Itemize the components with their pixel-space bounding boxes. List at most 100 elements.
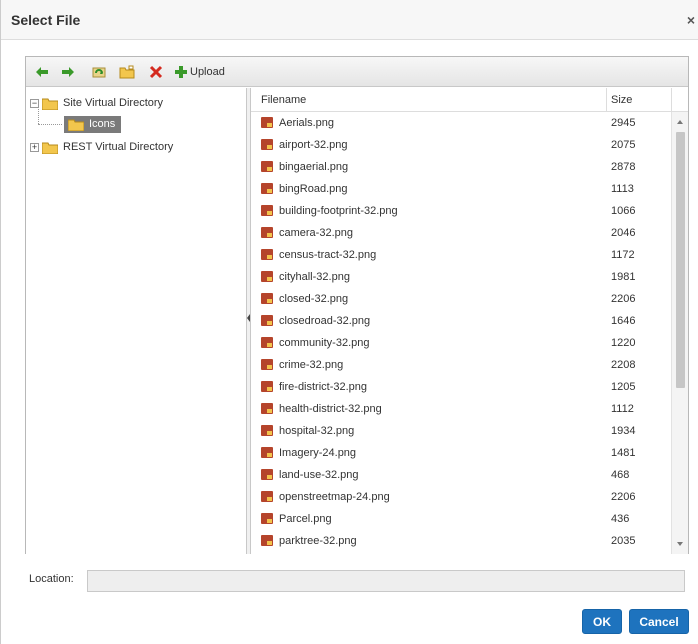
filename-cell: closed-32.png <box>279 293 349 305</box>
tree-node-icons[interactable]: Icons <box>64 115 122 133</box>
toolbar: Upload <box>26 57 688 87</box>
directory-tree: − Site Virtual Directory Icons + REST Vi… <box>26 88 246 554</box>
table-row[interactable]: hospital-32.png 1934 <box>251 420 671 442</box>
collapse-arrow-icon[interactable] <box>247 314 250 322</box>
scroll-down-icon[interactable] <box>677 542 683 546</box>
file-list: Aerials.png 2945 airport-32.png 2075 bingaer… <box>251 112 671 554</box>
table-row[interactable]: bingRoad.png 1113 <box>251 178 671 200</box>
size-cell: 1172 <box>611 249 635 261</box>
collapse-icon[interactable]: − <box>30 98 39 108</box>
size-cell: 1205 <box>611 381 636 393</box>
upload-button[interactable]: Upload <box>174 62 238 82</box>
table-row[interactable]: census-tract-32.png 1172 <box>251 244 671 266</box>
filename-cell: hospital-32.png <box>279 425 355 437</box>
filename-cell: building-footprint-32.png <box>279 205 398 217</box>
table-row[interactable]: camera-32.png 2046 <box>251 222 671 244</box>
size-cell: 2206 <box>611 293 636 305</box>
image-file-icon <box>261 271 273 282</box>
location-field[interactable] <box>87 570 685 592</box>
new-folder-button[interactable] <box>118 62 136 82</box>
size-cell: 2878 <box>611 161 636 173</box>
size-cell: 1220 <box>611 337 636 349</box>
table-row[interactable]: land-use-32.png 468 <box>251 464 671 486</box>
dialog-titlebar: Select File × <box>1 0 698 40</box>
filename-cell: bingRoad.png <box>279 183 348 195</box>
folder-icon <box>41 141 59 154</box>
filename-cell: openstreetmap-24.png <box>279 491 390 503</box>
tree-node-site-virtual-directory[interactable]: − Site Virtual Directory <box>30 94 163 112</box>
table-row[interactable]: health-district-32.png 1112 <box>251 398 671 420</box>
image-file-icon <box>261 293 273 304</box>
tree-node-rest-virtual-directory[interactable]: + REST Virtual Directory <box>30 138 173 156</box>
image-file-icon <box>261 183 273 194</box>
image-file-icon <box>261 491 273 502</box>
table-row[interactable]: Parcel.png 436 <box>251 508 671 530</box>
table-row[interactable]: Imagery-24.png 1481 <box>251 442 671 464</box>
back-button[interactable] <box>34 62 50 82</box>
table-row[interactable]: crime-32.png 2208 <box>251 354 671 376</box>
filename-cell: Imagery-24.png <box>279 447 357 459</box>
dialog-title: Select File <box>11 12 81 28</box>
delete-x-icon <box>149 65 163 79</box>
table-row[interactable]: parktree-32.png 2035 <box>251 530 671 552</box>
image-file-icon <box>261 535 273 546</box>
size-cell: 2035 <box>611 535 636 547</box>
column-header-size[interactable]: Size <box>611 94 632 106</box>
size-cell: 2208 <box>611 359 636 371</box>
tree-node-label: Site Virtual Directory <box>63 97 164 109</box>
refresh-icon <box>92 67 106 78</box>
table-row[interactable]: Aerials.png 2945 <box>251 112 671 134</box>
cancel-button[interactable]: Cancel <box>629 609 689 634</box>
table-row[interactable]: fire-district-32.png 1205 <box>251 376 671 398</box>
column-header-filename[interactable]: Filename <box>261 94 306 106</box>
filename-cell: parktree-32.png <box>279 535 357 547</box>
size-cell: 436 <box>611 513 630 525</box>
arrow-right-icon <box>62 67 74 77</box>
expand-icon[interactable]: + <box>30 142 39 152</box>
image-file-icon <box>261 205 273 216</box>
filename-cell: camera-32.png <box>279 227 353 239</box>
image-file-icon <box>261 447 273 458</box>
table-row[interactable]: airport-32.png 2075 <box>251 134 671 156</box>
folder-icon <box>67 118 85 131</box>
image-file-icon <box>261 337 273 348</box>
filename-cell: bingaerial.png <box>279 161 349 173</box>
file-grid: Filename Size Aerials.png 2945 airport-32.… <box>251 88 688 554</box>
table-row[interactable]: bingaerial.png 2878 <box>251 156 671 178</box>
table-row[interactable]: closedroad-32.png 1646 <box>251 310 671 332</box>
filename-cell: Aerials.png <box>279 117 335 129</box>
image-file-icon <box>261 117 273 128</box>
table-row[interactable]: cityhall-32.png 1981 <box>251 266 671 288</box>
upload-label: Upload <box>190 66 225 78</box>
new-folder-icon <box>119 65 135 79</box>
image-file-icon <box>261 249 273 260</box>
delete-button[interactable] <box>148 62 164 82</box>
table-row[interactable]: openstreetmap-24.png 2206 <box>251 486 671 508</box>
table-row[interactable]: community-32.png 1220 <box>251 332 671 354</box>
size-cell: 2075 <box>611 139 636 151</box>
size-cell: 1112 <box>611 403 634 415</box>
image-file-icon <box>261 359 273 370</box>
close-icon[interactable]: × <box>687 12 695 28</box>
image-file-icon <box>261 425 273 436</box>
refresh-button[interactable] <box>90 62 108 82</box>
scroll-up-icon[interactable] <box>677 120 683 124</box>
size-cell: 1113 <box>611 183 634 195</box>
selected-tree-node[interactable]: Icons <box>64 115 122 133</box>
image-file-icon <box>261 403 273 414</box>
ok-button[interactable]: OK <box>582 609 622 634</box>
table-row[interactable]: building-footprint-32.png 1066 <box>251 200 671 222</box>
forward-button[interactable] <box>60 62 76 82</box>
location-label: Location: <box>29 573 74 585</box>
column-divider <box>671 88 672 112</box>
tree-node-label: Icons <box>89 118 116 130</box>
folder-icon <box>41 97 59 110</box>
column-divider <box>606 88 607 112</box>
table-row[interactable]: closed-32.png 2206 <box>251 288 671 310</box>
filename-cell: census-tract-32.png <box>279 249 377 261</box>
filename-cell: health-district-32.png <box>279 403 382 415</box>
vertical-scrollbar[interactable] <box>671 112 688 554</box>
size-cell: 1066 <box>611 205 636 217</box>
scroll-thumb[interactable] <box>676 132 685 388</box>
size-cell: 2945 <box>611 117 636 129</box>
